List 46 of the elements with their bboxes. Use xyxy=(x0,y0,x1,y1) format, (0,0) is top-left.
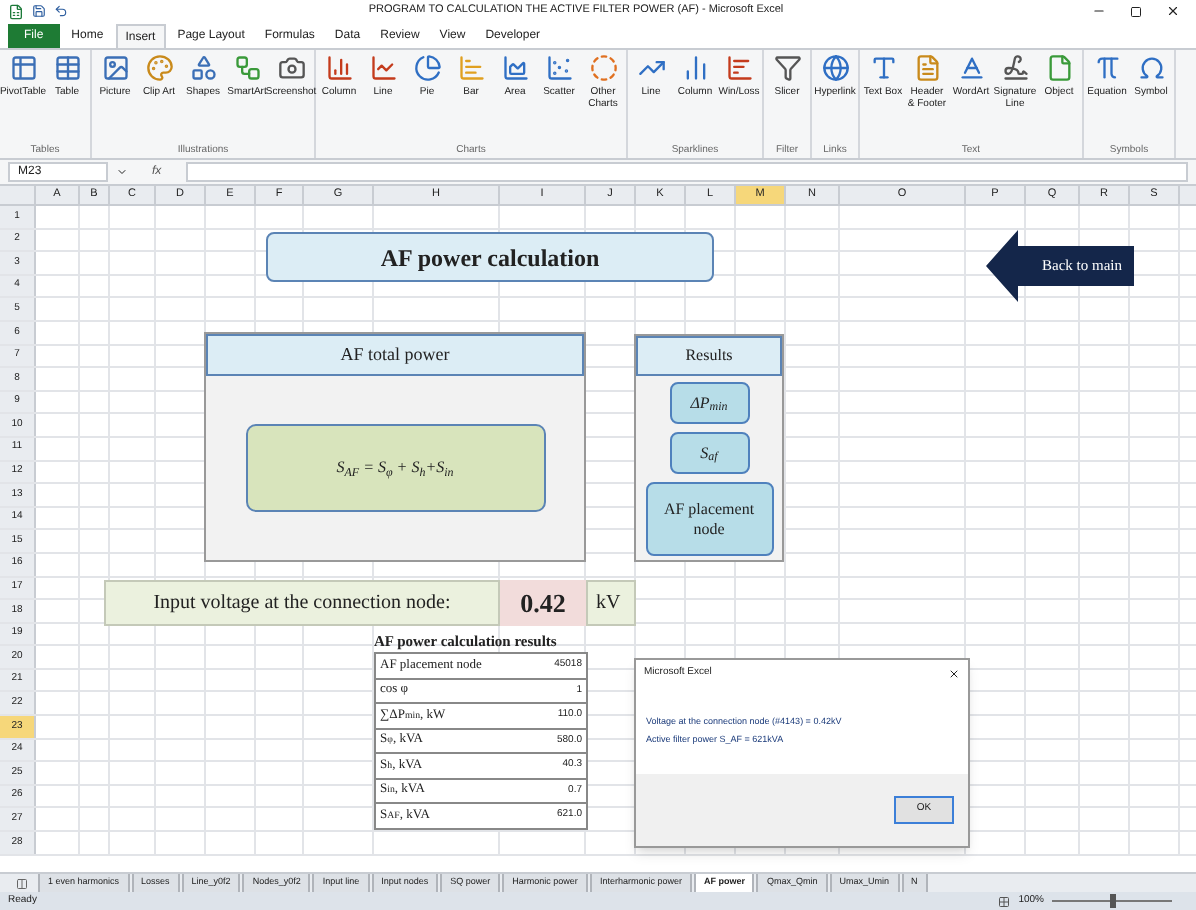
minimize-icon[interactable] xyxy=(1092,4,1106,18)
formula-text: S$_{AF}$ = S$_{φ}$ + S$_{h}$+S$_{in}$ xyxy=(336,456,454,480)
result-button[interactable]: AF placement node xyxy=(645,482,773,556)
dropdown-icon[interactable] xyxy=(116,166,128,178)
omega-icon xyxy=(1137,54,1165,82)
pie-chart-icon xyxy=(413,54,441,82)
close-icon[interactable] xyxy=(948,668,960,680)
column-chart-icon xyxy=(325,54,353,82)
area-chart-icon xyxy=(501,54,529,82)
line-chart-icon xyxy=(369,54,397,82)
bar-chart-icon xyxy=(457,54,485,82)
result-button[interactable]: ΔP$_{min}$ xyxy=(669,382,749,424)
shapes-icon xyxy=(189,54,217,82)
flowchart-icon xyxy=(233,54,261,82)
pi-icon xyxy=(1093,54,1121,82)
filter-icon xyxy=(773,54,801,82)
letter-icon xyxy=(957,54,985,82)
zoom-slider-thumb[interactable] xyxy=(1109,894,1115,908)
scatter-chart-icon xyxy=(545,54,573,82)
close-icon[interactable] xyxy=(1166,4,1180,18)
bar-chart-icon xyxy=(725,54,753,82)
undo-icon[interactable] xyxy=(54,4,68,18)
panel-title: Results xyxy=(685,344,733,368)
table-icon xyxy=(9,54,37,82)
text-box-icon xyxy=(869,54,897,82)
image-icon xyxy=(101,54,129,82)
title-banner: AF power calculation xyxy=(266,232,714,282)
voltage-unit: kV xyxy=(586,580,636,626)
normal-view-icon[interactable] xyxy=(998,895,1011,907)
signature-icon xyxy=(1001,54,1029,82)
voltage-label: Input voltage at the connection node: xyxy=(104,580,500,626)
ring-chart-icon xyxy=(589,54,617,82)
save-icon[interactable] xyxy=(32,4,46,18)
palette-icon xyxy=(145,54,173,82)
document-icon xyxy=(913,54,941,82)
result-button[interactable]: S$_{af}$ xyxy=(669,432,749,474)
file-icon xyxy=(1045,54,1073,82)
voltage-value: 0.42 xyxy=(500,580,586,626)
panel-title: AF total power xyxy=(340,341,450,368)
table-icon xyxy=(53,54,81,82)
globe-icon xyxy=(821,54,849,82)
camera-icon xyxy=(277,54,305,82)
bar-chart-icon xyxy=(681,54,709,82)
maximize-icon[interactable] xyxy=(1130,5,1142,17)
formula-input[interactable] xyxy=(185,162,1188,182)
spreadsheet-app-icon xyxy=(8,3,24,19)
